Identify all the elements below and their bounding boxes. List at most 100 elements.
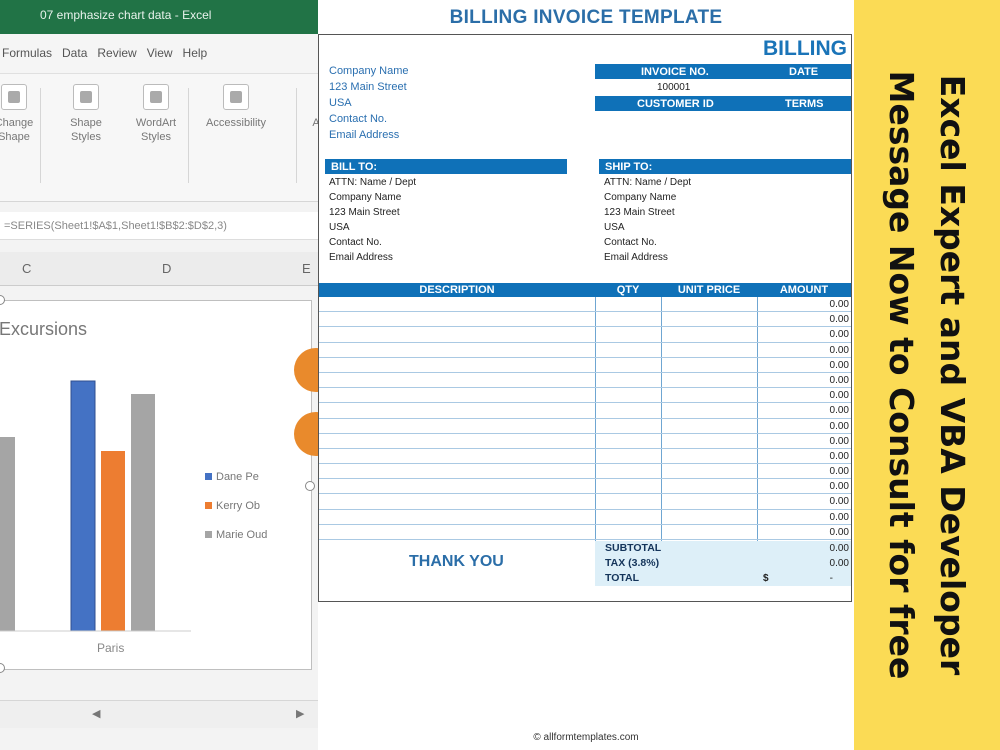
excel-window: 07 emphasize chart data - Excel Formulas… [0,0,318,750]
formula-bar[interactable]: =SERIES(Sheet1!$A$1,Sheet1!$B$2:$D$2,3) [0,212,318,240]
ribbon-group[interactable]: Accessibility [200,84,272,130]
column-header-c[interactable]: C [22,261,31,276]
line-items-table: DESCRIPTION QTY UNIT PRICE AMOUNT 0.00 0.… [319,283,851,540]
amount-cell[interactable]: 0.00 [830,496,849,507]
amount-cell[interactable]: 0.00 [830,436,849,447]
amount-cell[interactable]: 0.00 [830,421,849,432]
promo-line-1: Excel Expert and VBA Developer [933,74,973,676]
chart-area[interactable]: Excursions Dane Pe Kerry Ob Marie Oud Pa… [0,295,315,673]
table-row[interactable]: 0.00 [319,373,851,389]
amount-cell[interactable]: 0.00 [830,466,849,477]
line-items-header: DESCRIPTION QTY UNIT PRICE AMOUNT [319,283,851,297]
total-currency: $ [763,573,769,584]
amount-cell[interactable]: 0.00 [830,512,849,523]
bar-orange[interactable] [101,451,125,631]
total-value[interactable]: - [830,573,833,584]
shape-styles-icon [73,84,99,110]
legend-item: Kerry Ob [205,500,260,512]
table-row[interactable]: 0.00 [319,510,851,525]
copyright-notice: © allformtemplates.com [533,732,639,743]
ribbon-group-label: WordArt Styles [135,117,177,144]
table-row[interactable]: 0.00 [319,343,851,358]
ribbon-group-label: Change Shape [0,117,34,144]
chart-plot [0,380,191,632]
bar-blue[interactable] [70,380,96,632]
table-row[interactable]: 0.00 [319,434,851,449]
company-name[interactable]: Company Name [329,65,408,77]
column-header-d[interactable]: D [162,261,171,276]
table-row[interactable]: 0.00 [319,388,851,404]
table-row[interactable]: 0.00 [319,419,851,434]
company-street[interactable]: 123 Main Street [329,81,407,93]
table-row[interactable]: 0.00 [319,494,851,510]
table-row[interactable]: 0.00 [319,525,851,540]
shape-icon [1,84,27,110]
bill-to-contact[interactable]: Contact No. [329,237,382,248]
invoice-template-title: BILLING INVOICE TEMPLATE [449,7,723,28]
excel-title-bar: 07 emphasize chart data - Excel [0,0,318,34]
ribbon-group[interactable]: Change Shape [0,84,50,145]
table-row[interactable]: 0.00 [319,312,851,328]
amount-cell[interactable]: 0.00 [830,299,849,310]
table-row[interactable]: 0.00 [319,358,851,373]
ship-to-contact[interactable]: Contact No. [604,237,657,248]
company-country[interactable]: USA [329,97,352,109]
amount-cell[interactable]: 0.00 [830,314,849,325]
bill-to-email[interactable]: Email Address [329,252,393,263]
scroll-left-icon[interactable]: ◀ [92,707,100,720]
amount-cell[interactable]: 0.00 [830,451,849,462]
amount-cell[interactable]: 0.00 [830,360,849,371]
bill-to-country[interactable]: USA [329,222,350,233]
invoice-sheet: BILLING Company Name 123 Main Street USA… [318,34,852,602]
table-row[interactable]: 0.00 [319,464,851,480]
billing-heading: BILLING [763,37,847,60]
column-header-e[interactable]: E [302,261,311,276]
thank-you-note: THANK YOU [409,553,504,570]
category-label: Paris [97,641,125,655]
column-header-row: C D E [0,252,318,286]
tax-value[interactable]: 0.00 [830,558,849,569]
menu-item-formulas[interactable]: Formulas [2,46,52,73]
bill-to-street[interactable]: 123 Main Street [329,207,400,218]
ship-to-attn[interactable]: ATTN: Name / Dept [604,177,691,188]
bar-gray-left[interactable] [0,437,15,631]
menu-item-data[interactable]: Data [62,46,87,73]
bill-to-attn[interactable]: ATTN: Name / Dept [329,177,416,188]
table-row[interactable]: 0.00 [319,297,851,313]
menu-item-view[interactable]: View [147,46,173,73]
menu-item-review[interactable]: Review [97,46,136,73]
tax-row: TAX (3.8%) 0.00 [595,556,851,571]
subtotal-value[interactable]: 0.00 [830,543,849,554]
excel-ribbon: Change Shape Shape Styles WordArt Styles Ac… [0,74,318,202]
amount-cell[interactable]: 0.00 [830,527,849,538]
table-row[interactable]: 0.00 [319,327,851,343]
ship-to-company[interactable]: Company Name [604,192,676,203]
amount-cell[interactable]: 0.00 [830,390,849,401]
amount-cell[interactable]: 0.00 [830,329,849,340]
table-row[interactable]: 0.00 [319,479,851,495]
bill-to-company[interactable]: Company Name [329,192,401,203]
amount-cell[interactable]: 0.00 [830,405,849,416]
bar-gray[interactable] [131,394,155,631]
ribbon-group[interactable]: Shape Styles [50,84,122,145]
company-email[interactable]: Email Address [329,129,399,141]
company-contact[interactable]: Contact No. [329,113,387,125]
ribbon-group[interactable]: WordArt Styles [120,84,192,145]
subtotal-label: SUBTOTAL [605,542,662,554]
amount-cell[interactable]: 0.00 [830,375,849,386]
totals-block: SUBTOTAL 0.00 TAX (3.8%) 0.00 TOTAL $ - [595,541,851,586]
amount-cell[interactable]: 0.00 [830,345,849,356]
ribbon-group-label: Shape Styles [70,117,102,144]
table-row[interactable]: 0.00 [319,403,851,419]
table-row[interactable]: 0.00 [319,449,851,465]
sheet-scrollbar[interactable]: ◀ ▶ [0,700,318,728]
scroll-right-icon[interactable]: ▶ [296,707,304,720]
ship-to-country[interactable]: USA [604,222,625,233]
ship-to-email[interactable]: Email Address [604,252,668,263]
ship-to-street[interactable]: 123 Main Street [604,207,675,218]
invoice-number[interactable]: 100001 [657,82,690,93]
amount-cell[interactable]: 0.00 [830,481,849,492]
menu-item-help[interactable]: Help [183,46,208,73]
ribbon-group[interactable]: Arrange [296,84,318,130]
ship-to-header: SHIP TO: [599,159,851,174]
